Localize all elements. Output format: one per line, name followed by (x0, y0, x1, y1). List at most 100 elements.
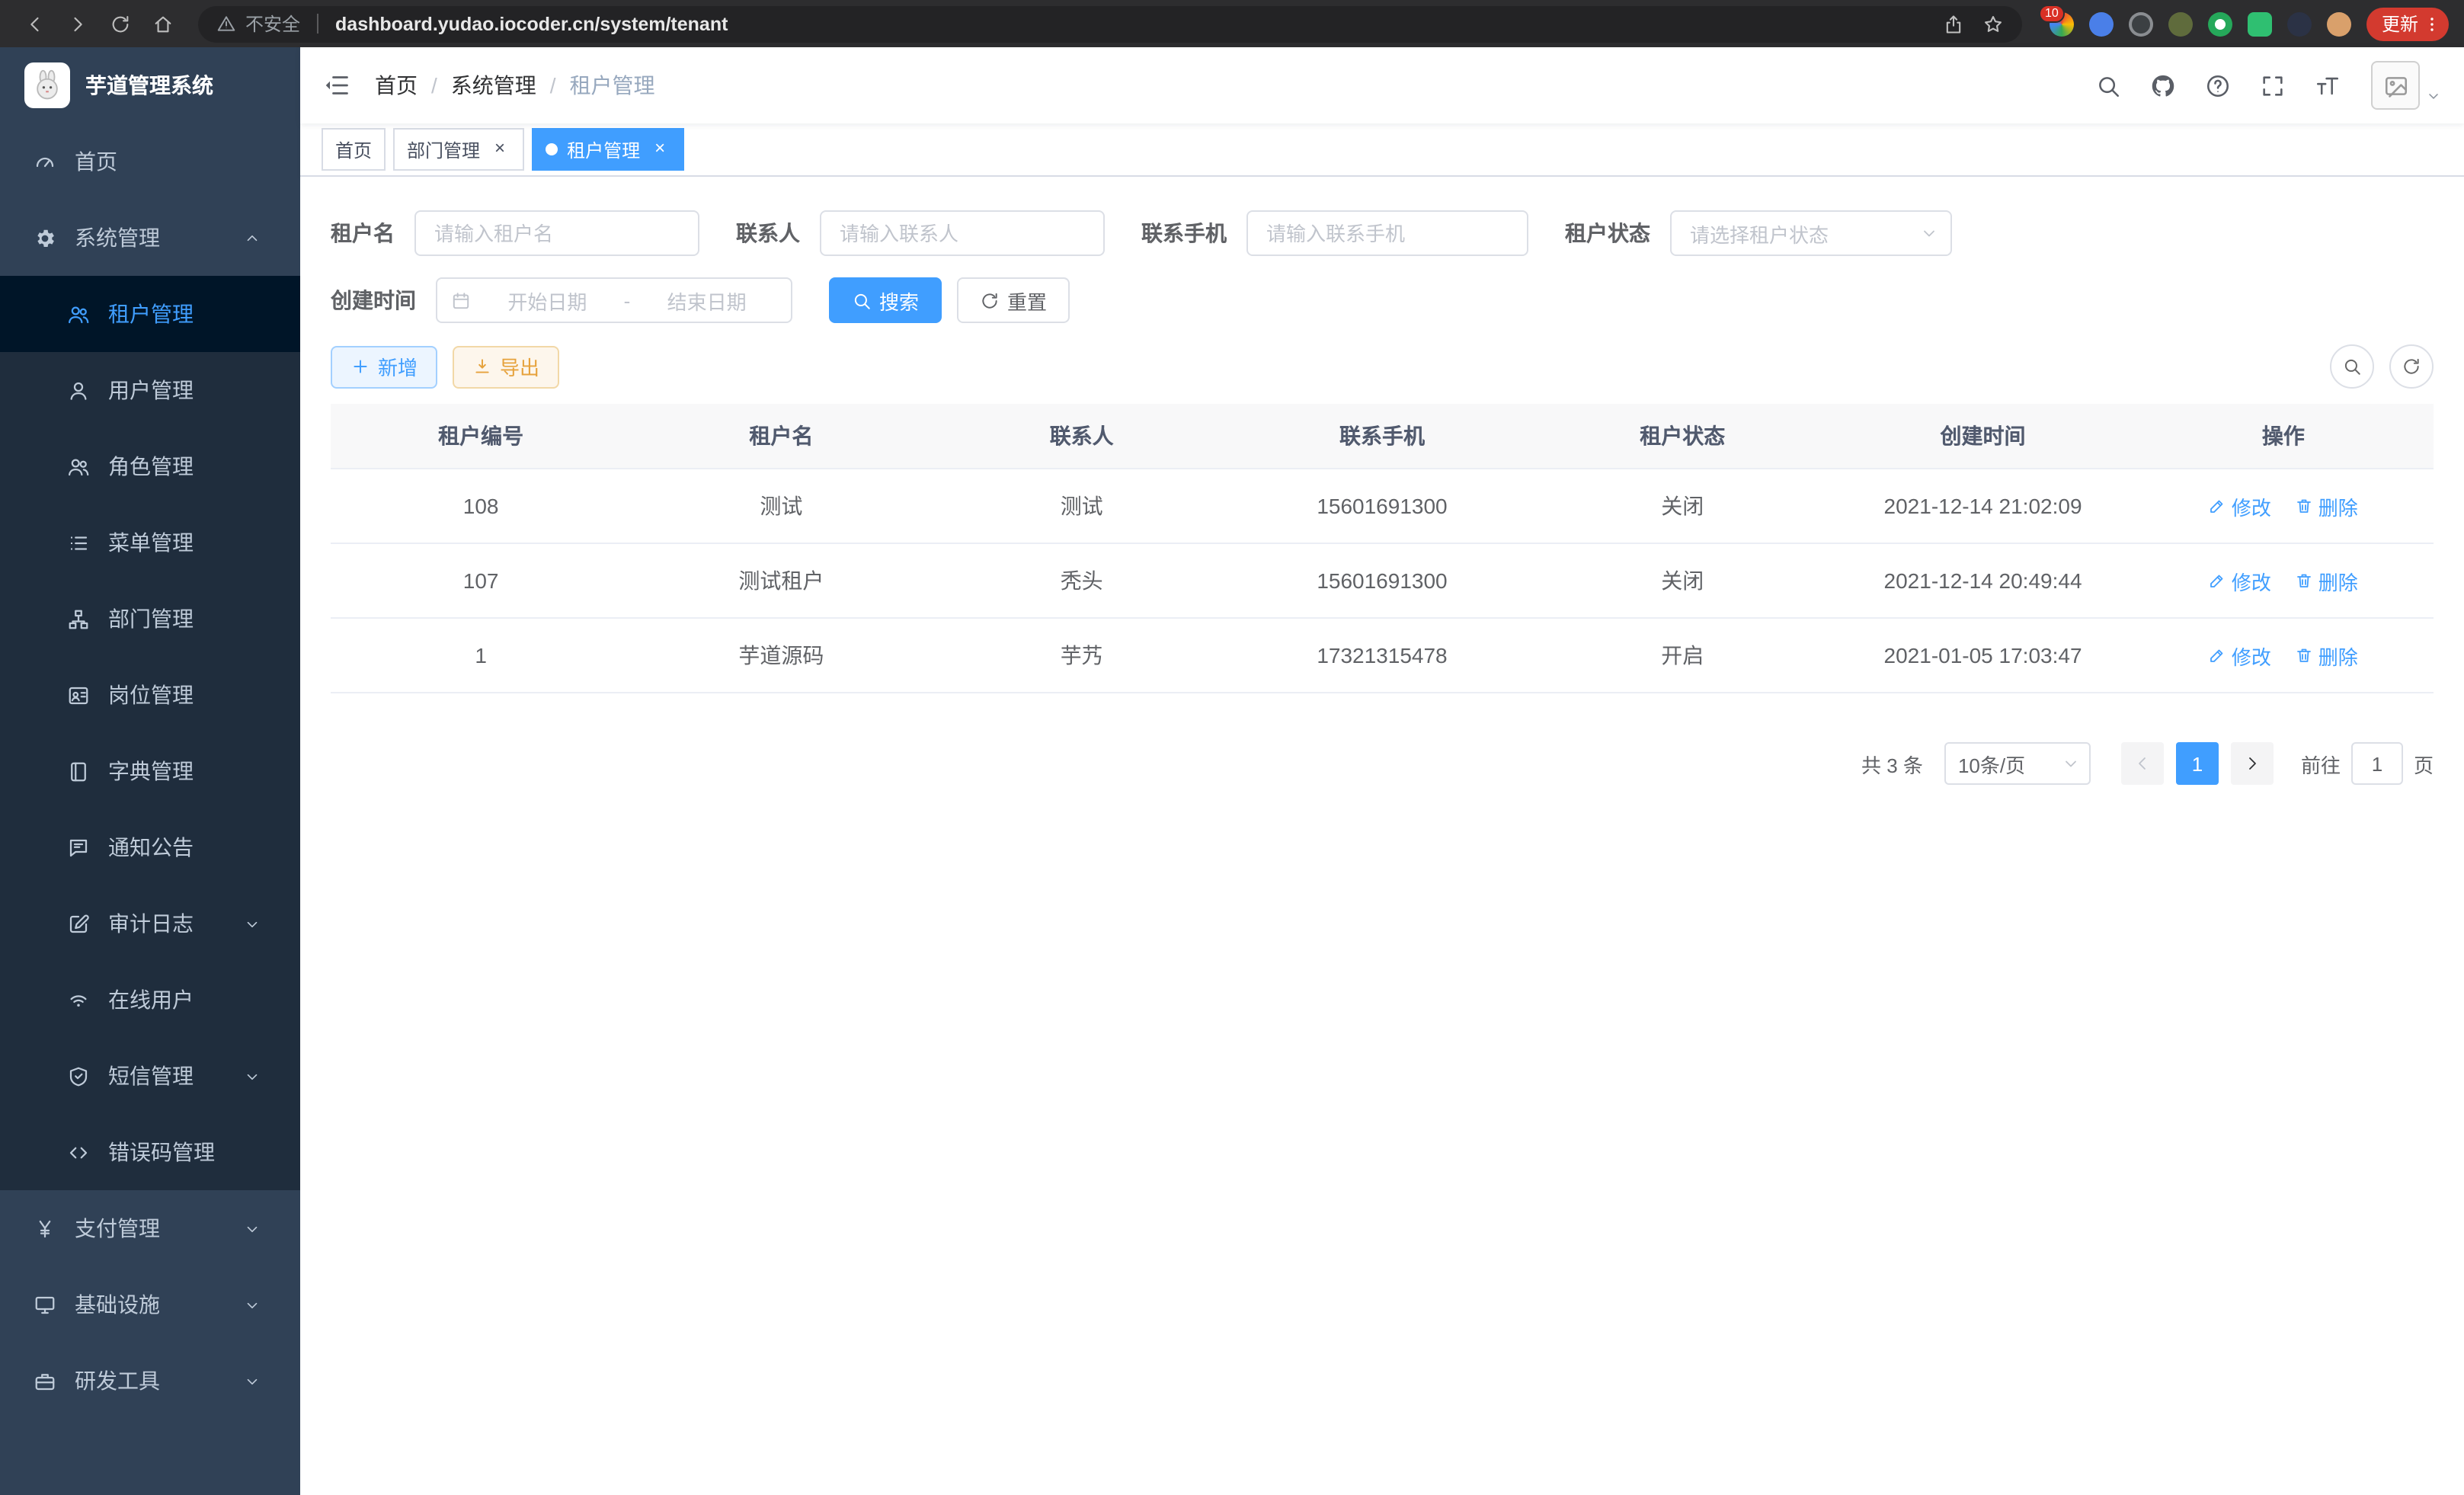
sidebar-item-home[interactable]: 首页 (0, 123, 300, 200)
extension-icon[interactable] (2089, 11, 2114, 36)
chevron-down-icon (1920, 224, 1938, 242)
table-row: 107 测试租户 秃头 15601691300 关闭 2021-12-14 20… (331, 543, 2434, 618)
profile-avatar-icon[interactable] (2327, 11, 2351, 36)
page-number-button[interactable]: 1 (2176, 742, 2219, 785)
edit-icon (2209, 497, 2227, 515)
sidebar-item-system[interactable]: 系统管理 (0, 200, 300, 276)
total-count: 共 3 条 (1861, 749, 1923, 778)
sidebar-item-sms[interactable]: 短信管理 (0, 1038, 300, 1114)
filter-row-1: 租户名 联系人 联系手机 租户状态 请选择租户状态 (331, 210, 2434, 256)
sidebar-item-tenant[interactable]: 租户管理 (0, 276, 300, 352)
cell-contact: 秃头 (932, 543, 1232, 618)
fullscreen-button[interactable] (2260, 72, 2286, 98)
sidebar-item-dept[interactable]: 部门管理 (0, 581, 300, 657)
help-button[interactable] (2205, 72, 2231, 98)
close-icon[interactable]: × (649, 139, 670, 160)
bookmark-star-icon[interactable] (1982, 13, 2004, 34)
font-size-button[interactable] (2315, 72, 2341, 98)
cell-tenant-id: 108 (331, 469, 631, 543)
sidebar-item-errcode[interactable]: 错误码管理 (0, 1114, 300, 1190)
sidebar-toggle[interactable] (323, 72, 350, 99)
toggle-search-button[interactable] (2330, 344, 2374, 389)
avatar-dropdown-caret[interactable] (2426, 88, 2441, 104)
delete-link[interactable]: 删除 (2296, 641, 2358, 670)
col-create-time: 创建时间 (1832, 404, 2133, 469)
breadcrumb-home[interactable]: 首页 (375, 70, 418, 101)
cell-tenant-id: 107 (331, 543, 631, 618)
cell-contact: 芋艿 (932, 618, 1232, 693)
browser-home-button[interactable] (143, 4, 183, 43)
delete-link[interactable]: 删除 (2296, 491, 2358, 520)
extension-icon[interactable] (2248, 11, 2272, 36)
plus-icon (350, 357, 370, 376)
user-avatar[interactable] (2371, 61, 2420, 110)
sidebar-item-user[interactable]: 用户管理 (0, 352, 300, 428)
sidebar-item-notice[interactable]: 通知公告 (0, 809, 300, 885)
chevron-down-icon (2062, 754, 2080, 773)
edit-link[interactable]: 修改 (2209, 641, 2271, 670)
delete-link[interactable]: 删除 (2296, 566, 2358, 595)
edit-icon (2209, 571, 2227, 590)
filter-row-2: 创建时间 开始日期 - 结束日期 搜索 重置 (331, 277, 2434, 323)
address-bar[interactable]: 不安全 dashboard.yudao.iocoder.cn/system/te… (198, 5, 2022, 42)
extension-icon[interactable] (2287, 11, 2312, 36)
extension-icon[interactable]: 10 (2050, 11, 2074, 36)
tenant-name-input[interactable] (414, 210, 699, 256)
screen: 不安全 dashboard.yudao.iocoder.cn/system/te… (0, 0, 2464, 1495)
reset-button[interactable]: 重置 (957, 277, 1070, 323)
refresh-table-button[interactable] (2389, 344, 2434, 389)
browser-back-button[interactable] (15, 4, 55, 43)
github-button[interactable] (2150, 72, 2176, 98)
sidebar-item-role[interactable]: 角色管理 (0, 428, 300, 504)
edit-link[interactable]: 修改 (2209, 566, 2271, 595)
breadcrumb: 首页 / 系统管理 / 租户管理 (375, 70, 655, 101)
id-card-icon (67, 683, 90, 706)
share-icon[interactable] (1943, 13, 1964, 34)
dashboard-icon (34, 150, 56, 173)
extension-icon[interactable] (2168, 11, 2193, 36)
sidebar-item-pay[interactable]: 支付管理 (0, 1190, 300, 1266)
mobile-input[interactable] (1246, 210, 1528, 256)
sidebar-item-audit[interactable]: 审计日志 (0, 885, 300, 962)
browser-update-button[interactable]: 更新 (2366, 7, 2449, 40)
col-actions: 操作 (2133, 404, 2434, 469)
tab-home[interactable]: 首页 (322, 128, 386, 171)
sidebar-item-online[interactable]: 在线用户 (0, 962, 300, 1038)
app-logo[interactable]: 芋道管理系统 (0, 47, 300, 123)
tab-dept[interactable]: 部门管理 × (393, 128, 524, 171)
trash-icon (2296, 571, 2314, 590)
prev-page-button[interactable] (2121, 742, 2164, 785)
header-search-button[interactable] (2095, 72, 2121, 98)
browser-menu-icon[interactable] (2423, 14, 2441, 33)
chevron-up-icon (244, 229, 261, 246)
chevron-down-icon (244, 1068, 261, 1084)
goto-page-input[interactable] (2351, 742, 2403, 785)
extension-icon[interactable] (2208, 11, 2232, 36)
add-button[interactable]: 新增 (331, 345, 437, 388)
refresh-icon (2402, 357, 2421, 376)
sidebar-item-infra[interactable]: 基础设施 (0, 1266, 300, 1343)
status-select[interactable]: 请选择租户状态 (1670, 210, 1952, 256)
search-button[interactable]: 搜索 (829, 277, 942, 323)
sidebar-item-post[interactable]: 岗位管理 (0, 657, 300, 733)
browser-reload-button[interactable] (101, 4, 140, 43)
github-icon (2150, 72, 2176, 98)
contact-input[interactable] (820, 210, 1105, 256)
browser-forward-button[interactable] (58, 4, 98, 43)
edit-link[interactable]: 修改 (2209, 491, 2271, 520)
extension-icon[interactable] (2129, 11, 2153, 36)
gear-icon (34, 226, 56, 249)
sidebar-item-menu[interactable]: 菜单管理 (0, 504, 300, 581)
close-icon[interactable]: × (489, 139, 510, 160)
date-range-picker[interactable]: 开始日期 - 结束日期 (436, 277, 792, 323)
next-page-button[interactable] (2231, 742, 2274, 785)
sidebar-item-dict[interactable]: 字典管理 (0, 733, 300, 809)
breadcrumb-system[interactable]: 系统管理 (451, 70, 536, 101)
sidebar-item-devtool[interactable]: 研发工具 (0, 1343, 300, 1419)
export-button[interactable]: 导出 (453, 345, 559, 388)
tab-tenant[interactable]: 租户管理 × (532, 128, 684, 171)
page-size-select[interactable]: 10条/页 (1944, 742, 2091, 785)
message-icon (67, 836, 90, 859)
cell-create-time: 2021-01-05 17:03:47 (1832, 618, 2133, 693)
address-divider (317, 14, 318, 34)
